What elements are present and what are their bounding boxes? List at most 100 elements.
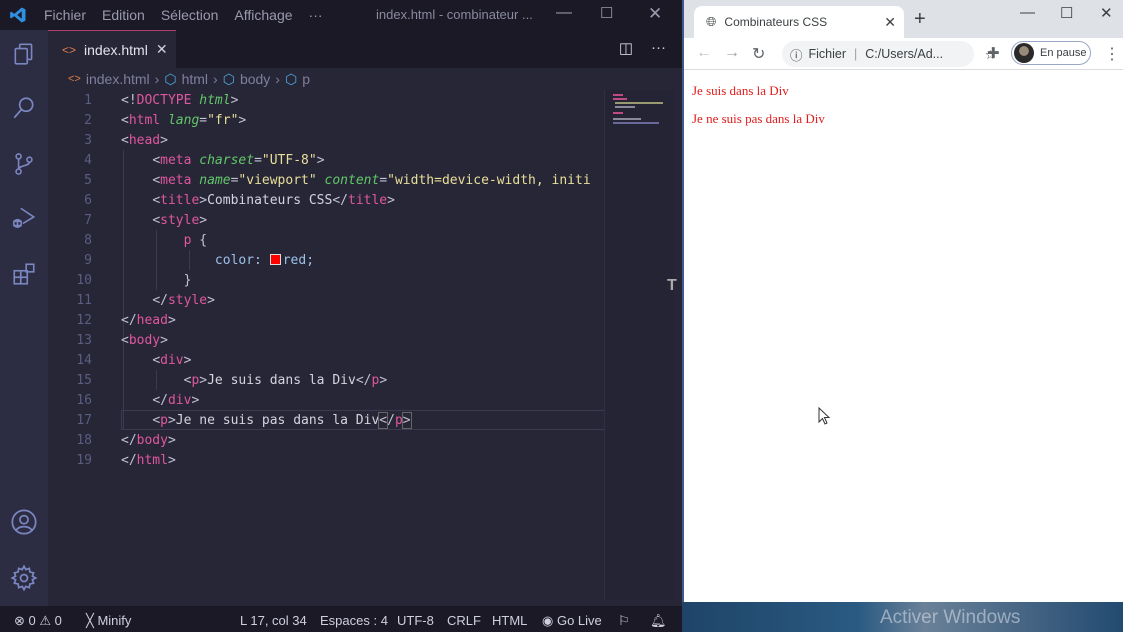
browser-tab-title: Combinateurs CSS (724, 15, 828, 29)
cursor-position[interactable]: L 17, col 34 (240, 613, 307, 628)
activate-windows-watermark: Activer Windows (880, 607, 1021, 628)
go-live-button[interactable]: ◉ Go Live (542, 613, 602, 629)
more-actions-icon[interactable]: ··· (651, 39, 666, 57)
address-scheme: Fichier (808, 47, 847, 61)
menu-selection[interactable]: Sélection (153, 7, 227, 23)
explorer-icon[interactable] (10, 40, 38, 68)
html-file-icon: <> (68, 73, 81, 85)
minify-button[interactable]: ╳ Minify (86, 613, 131, 629)
element-cube-icon: ⬡ (284, 70, 298, 87)
element-cube-icon: ⬡ (222, 70, 235, 87)
settings-gear-icon[interactable] (10, 564, 38, 592)
text-cursor-icon: T (667, 277, 677, 294)
address-divider: | (854, 47, 858, 61)
browser-minimize-icon[interactable]: — (1020, 4, 1035, 21)
source-control-icon[interactable] (10, 150, 38, 178)
paragraph-outside-div: Je ne suis pas dans la Div (692, 111, 825, 126)
activity-bar (0, 30, 48, 606)
browser-close-icon[interactable]: ✕ (1100, 4, 1113, 22)
code-editor[interactable]: 1 <!DOCTYPE html> 2 <html lang="fr"> 3 <hea… (48, 90, 604, 600)
code-line: 6 <title>Combinateurs CSS</title> (84, 192, 395, 208)
end-of-line[interactable]: CRLF (447, 613, 481, 628)
profile-button[interactable]: En pause (1011, 41, 1091, 65)
browser-tab-strip: 🌐︎ Combinateurs CSS ✕ + — ☐ ✕ (684, 0, 1123, 38)
mouse-pointer-icon (818, 407, 831, 425)
chevron-right-icon: › (275, 71, 280, 87)
code-line: 16 </div> (76, 392, 200, 408)
run-debug-icon[interactable] (10, 204, 38, 232)
info-icon: ⓘ (790, 48, 803, 63)
back-arrow-icon[interactable]: ← (696, 44, 712, 62)
code-line: 3 <head> (84, 132, 168, 148)
indentation[interactable]: Espaces : 4 (320, 613, 388, 628)
reload-icon[interactable]: ↻ (752, 44, 765, 64)
window-title: index.html - combinateur ... (376, 7, 533, 22)
browser-window: 🌐︎ Combinateurs CSS ✕ + — ☐ ✕ ← → ↻ ⓘ Fi… (682, 0, 1123, 602)
browser-toolbar: ← → ↻ ⓘ Fichier | C:/Users/Ad... ☆ ✚ En … (684, 38, 1123, 70)
address-bar[interactable]: ⓘ Fichier | C:/Users/Ad... ☆ (782, 41, 996, 67)
minimize-icon[interactable]: — (556, 4, 572, 22)
feedback-icon[interactable]: ⚐ (618, 613, 630, 629)
notifications-bell-icon[interactable]: 🔔︎ (650, 613, 667, 629)
tab-index-html[interactable]: <> index.html ✕ (48, 30, 176, 68)
element-cube-icon: ⬡ (164, 70, 177, 87)
problems-indicator[interactable]: ⊗ 0 ⚠ 0 (14, 613, 62, 629)
error-icon: ⊗ (14, 613, 25, 628)
vscode-logo-icon (0, 6, 36, 24)
code-line: 15 <p>Je suis dans la Div</p> (76, 372, 388, 388)
vscode-titlebar: Fichier Edition Sélection Affichage ··· … (0, 0, 682, 30)
menu-fichier[interactable]: Fichier (36, 7, 94, 23)
search-icon[interactable] (10, 94, 38, 122)
breadcrumb-body[interactable]: body (240, 71, 270, 87)
status-bar: ⊗ 0 ⚠ 0 ╳ Minify L 17, col 34 Espaces : … (0, 606, 682, 632)
profile-status: En pause (1040, 47, 1087, 59)
globe-icon: 🌐︎ (706, 14, 717, 29)
close-window-icon[interactable]: ✕ (648, 4, 662, 24)
encoding[interactable]: UTF-8 (397, 613, 434, 628)
breadcrumb-file[interactable]: index.html (86, 71, 150, 87)
code-line: 14 <div> (76, 352, 192, 368)
extensions-icon[interactable] (10, 260, 38, 288)
maximize-icon[interactable]: ☐ (600, 4, 613, 22)
browser-menu-icon[interactable]: ⋮ (1104, 44, 1120, 64)
extensions-puzzle-icon[interactable]: ✚ (987, 44, 1000, 62)
code-line: 13 <body> (76, 332, 168, 348)
menu-affichage[interactable]: Affichage (226, 7, 300, 23)
web-page-content: Je suis dans la Div Je ne suis pas dans … (692, 70, 825, 126)
new-tab-button[interactable]: + (914, 8, 926, 31)
tab-label: index.html (84, 41, 148, 58)
browser-tab-close-icon[interactable]: ✕ (884, 14, 896, 31)
address-url: C:/Users/Ad... (865, 47, 944, 61)
code-line: 1 <!DOCTYPE html> (84, 92, 239, 108)
forward-arrow-icon[interactable]: → (724, 44, 740, 62)
code-line: 9 color: red; (84, 252, 315, 268)
menu-edition[interactable]: Edition (94, 7, 153, 23)
code-line: 19 </html> (76, 452, 176, 468)
breadcrumb-html[interactable]: html (182, 71, 208, 87)
account-icon[interactable] (10, 508, 38, 536)
editor-tab-bar: <> index.html ✕ ◫ ··· (48, 30, 682, 68)
paragraph-in-div: Je suis dans la Div (692, 83, 789, 98)
breadcrumb: <> index.html › ⬡ html › ⬡ body › ⬡ p (48, 68, 682, 90)
chevron-right-icon: › (154, 71, 160, 87)
split-editor-icon[interactable]: ◫ (619, 39, 633, 57)
language-mode[interactable]: HTML (492, 613, 527, 628)
minimap[interactable] (604, 90, 674, 600)
code-line: 10 } (76, 272, 192, 288)
code-line: 5 <meta name="viewport" content="width=d… (84, 172, 591, 188)
tab-close-icon[interactable]: ✕ (156, 41, 168, 58)
vscode-window: Fichier Edition Sélection Affichage ··· … (0, 0, 682, 632)
browser-tab[interactable]: 🌐︎ Combinateurs CSS ✕ (694, 6, 904, 38)
desktop-background: Activer Windows (682, 602, 1123, 632)
code-line: 7 <style> (84, 212, 208, 228)
color-swatch[interactable] (269, 253, 281, 265)
avatar (1014, 43, 1034, 63)
code-line-current: 17 <p>Je ne suis pas dans la Div</p> (48, 410, 604, 430)
code-line: 2 <html lang="fr"> (84, 112, 247, 128)
browser-maximize-icon[interactable]: ☐ (1060, 4, 1073, 22)
code-line: 8 p { (84, 232, 208, 248)
minify-icon: ╳ (86, 613, 94, 628)
vertical-scrollbar[interactable] (674, 90, 682, 600)
breadcrumb-p[interactable]: p (302, 71, 310, 87)
menu-more[interactable]: ··· (301, 7, 331, 23)
